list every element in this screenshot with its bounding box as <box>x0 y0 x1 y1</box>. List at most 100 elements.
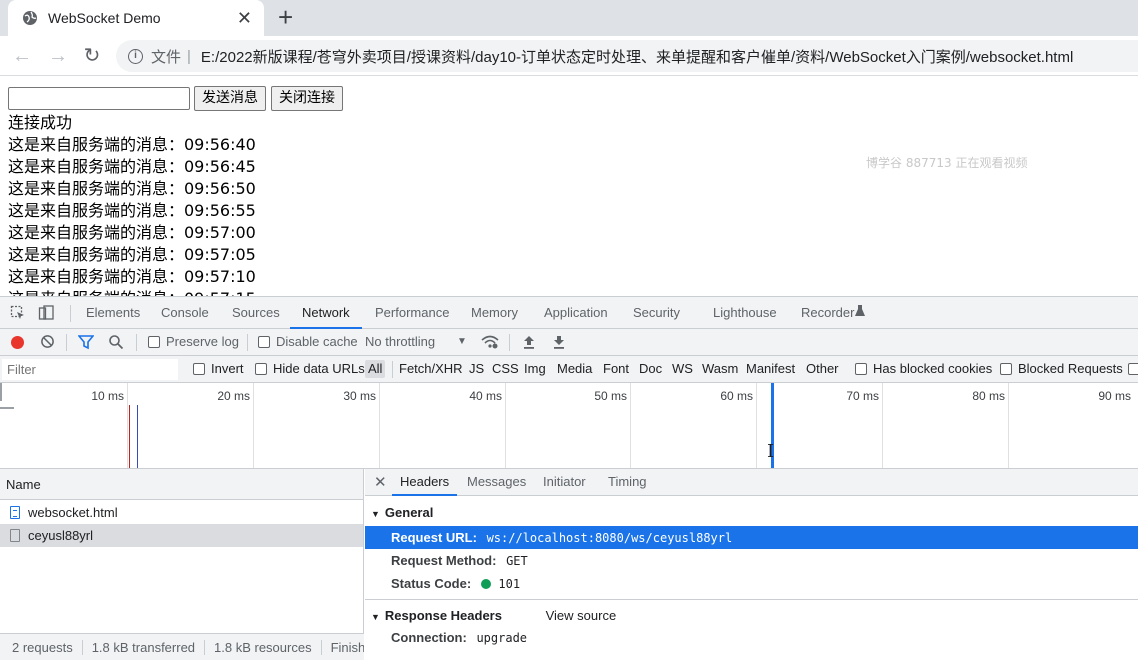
network-conditions-icon[interactable] <box>481 334 499 350</box>
request-row-websocket-html[interactable]: websocket.html <box>0 501 363 524</box>
devtools-panel: Elements Console Sources Network Perform… <box>0 296 1138 660</box>
response-headers-title: Response Headers <box>384 608 502 623</box>
address-bar[interactable]: i 文件 | E:/2022新版课程/苍穹外卖项目/授课资料/day10-订单状… <box>116 40 1138 72</box>
tab-title: WebSocket Demo <box>48 10 161 26</box>
tab-headers[interactable]: Headers <box>392 469 458 496</box>
blocked-requests-label: Blocked Requests <box>1018 361 1123 376</box>
send-message-button[interactable]: 发送消息 <box>194 86 266 111</box>
preserve-log-checkbox[interactable] <box>148 336 160 348</box>
network-summary-bar: 2 requests 1.8 kB transferred 1.8 kB res… <box>0 633 364 660</box>
request-row-websocket[interactable]: ceyusl88yrl <box>0 524 363 547</box>
close-detail-icon[interactable]: ✕ <box>374 473 387 491</box>
search-icon[interactable] <box>108 334 124 350</box>
has-blocked-cookies-checkbox[interactable] <box>855 363 867 375</box>
network-overview-timeline[interactable]: 10 ms 20 ms 30 ms 40 ms 50 ms 60 ms 70 m… <box>0 383 1138 469</box>
browser-toolbar: ← → ↻ i 文件 | E:/2022新版课程/苍穹外卖项目/授课资料/day… <box>0 36 1138 76</box>
reload-button[interactable]: ↻ <box>80 44 104 68</box>
clear-icon[interactable] <box>40 334 55 349</box>
toolbar-divider <box>136 334 137 351</box>
timeline-gridline <box>127 383 128 468</box>
filter-type-wasm[interactable]: Wasm <box>702 361 738 377</box>
general-section-header[interactable]: ▼ General <box>365 499 1138 526</box>
throttling-select[interactable]: No throttling <box>365 334 435 350</box>
tab-memory[interactable]: Memory <box>471 297 518 329</box>
response-headers-section-header[interactable]: ▼ Response Headers View source <box>365 602 1138 629</box>
timeline-tick-label: 30 ms <box>343 389 376 403</box>
timeline-tick-label: 60 ms <box>720 389 753 403</box>
device-toolbar-icon[interactable] <box>38 305 54 321</box>
filter-type-js[interactable]: JS <box>469 361 484 377</box>
close-connection-button[interactable]: 关闭连接 <box>271 86 343 111</box>
request-url-value[interactable]: ws://localhost:8080/ws/ceyusl88yrl <box>487 531 733 545</box>
tab-console[interactable]: Console <box>161 297 209 329</box>
triangle-down-icon: ▼ <box>371 509 380 519</box>
message-line: 这是来自服务端的消息：09:56:50 <box>8 179 256 198</box>
globe-icon <box>23 11 37 25</box>
filter-icon[interactable] <box>78 334 94 350</box>
info-icon[interactable]: i <box>128 48 143 64</box>
timeline-tick-label: 90 ms <box>1098 389 1131 403</box>
tab-messages[interactable]: Messages <box>467 469 526 496</box>
tab-network[interactable]: Network <box>290 297 362 329</box>
request-url-row[interactable]: Request URL: ws://localhost:8080/ws/ceyu… <box>365 526 1138 549</box>
forward-button[interactable]: → <box>46 44 70 68</box>
websocket-file-icon <box>10 529 20 542</box>
filter-type-doc[interactable]: Doc <box>639 361 662 377</box>
address-separator: | <box>187 47 191 65</box>
message-input[interactable] <box>8 87 190 110</box>
filter-type-css[interactable]: CSS <box>492 361 519 377</box>
connection-row: Connection: upgrade <box>365 626 1138 649</box>
chevron-down-icon[interactable]: ▼ <box>457 334 467 350</box>
filter-type-ws[interactable]: WS <box>672 361 693 377</box>
timeline-tick-label: 10 ms <box>91 389 124 403</box>
tab-sources[interactable]: Sources <box>232 297 280 329</box>
filter-type-img[interactable]: Img <box>524 361 546 377</box>
message-log: 连接成功 这是来自服务端的消息：09:56:40 这是来自服务端的消息：09:5… <box>8 112 256 296</box>
file-label: 文件 <box>151 48 182 66</box>
filter-type-media[interactable]: Media <box>557 361 592 377</box>
filter-type-font[interactable]: Font <box>603 361 629 377</box>
view-source-link[interactable]: View source <box>546 608 617 623</box>
filter-type-other[interactable]: Other <box>806 361 839 377</box>
new-tab-button[interactable]: + <box>278 4 293 30</box>
record-icon[interactable] <box>11 336 24 349</box>
tab-timing[interactable]: Timing <box>608 469 647 496</box>
filter-type-manifest[interactable]: Manifest <box>746 361 795 377</box>
third-party-checkbox[interactable] <box>1128 363 1138 375</box>
export-har-icon[interactable] <box>552 334 566 350</box>
import-har-icon[interactable] <box>522 334 536 350</box>
inspect-element-icon[interactable] <box>10 305 26 321</box>
timeline-gridline <box>630 383 631 468</box>
overview-handle[interactable] <box>0 407 14 409</box>
back-button[interactable]: ← <box>10 44 34 68</box>
tab-lighthouse[interactable]: Lighthouse <box>713 297 777 329</box>
timeline-tick-label: 50 ms <box>594 389 627 403</box>
invert-checkbox[interactable] <box>193 363 205 375</box>
filter-type-all[interactable]: All <box>365 360 386 378</box>
overview-handle[interactable] <box>0 383 2 401</box>
disable-cache-checkbox[interactable] <box>258 336 270 348</box>
network-toolbar: Preserve log Disable cache No throttling… <box>0 329 1138 356</box>
tab-security[interactable]: Security <box>633 297 680 329</box>
transferred-size: 1.8 kB transferred <box>92 640 206 655</box>
tab-recorder[interactable]: Recorder <box>801 297 854 329</box>
close-tab-icon[interactable]: ✕ <box>237 9 252 27</box>
dom-content-loaded-marker <box>129 405 130 468</box>
browser-tab-bar: WebSocket Demo ✕ + <box>0 0 1138 36</box>
hide-data-urls-checkbox[interactable] <box>255 363 267 375</box>
section-divider <box>365 599 1138 600</box>
filter-input[interactable] <box>2 359 178 380</box>
tab-elements[interactable]: Elements <box>86 297 140 329</box>
toolbar-divider <box>70 305 71 322</box>
browser-tab[interactable]: WebSocket Demo ✕ <box>8 0 264 36</box>
tab-application[interactable]: Application <box>544 297 608 329</box>
name-column-header[interactable]: Name <box>0 469 363 500</box>
url-text[interactable]: E:/2022新版课程/苍穹外卖项目/授课资料/day10-订单状态定时处理、来… <box>201 46 1073 67</box>
message-line: 这是来自服务端的消息：09:57:10 <box>8 267 256 286</box>
tab-performance[interactable]: Performance <box>375 297 449 329</box>
tab-initiator[interactable]: Initiator <box>543 469 586 496</box>
blocked-requests-checkbox[interactable] <box>1000 363 1012 375</box>
filter-type-fetch-xhr[interactable]: Fetch/XHR <box>399 361 463 377</box>
connection-value: upgrade <box>476 631 528 645</box>
toolbar-divider <box>247 334 248 351</box>
